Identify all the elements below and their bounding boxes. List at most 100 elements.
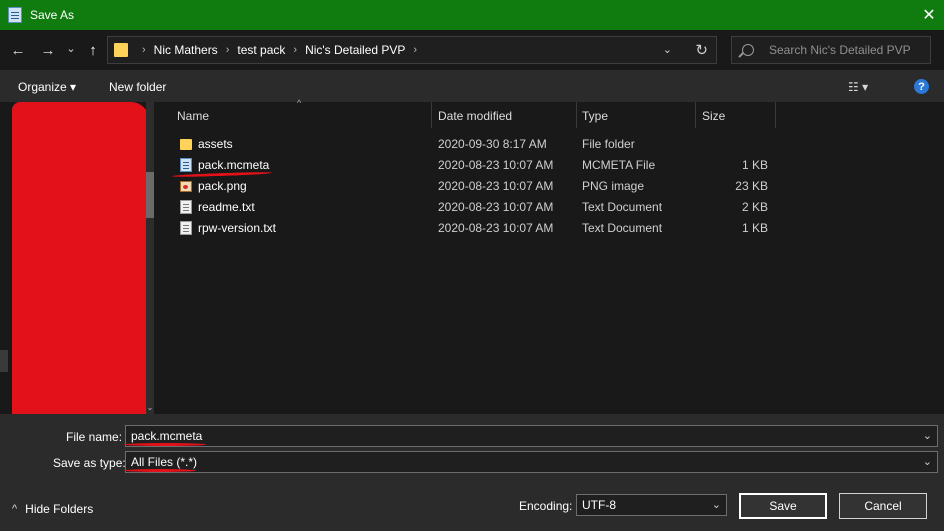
up-button[interactable]: ↑: [84, 40, 102, 60]
forward-arrow-icon: →: [40, 41, 56, 59]
file-row[interactable]: assets 2020-09-30 8:17 AM File folder: [170, 134, 780, 155]
view-options-button[interactable]: ☷ ▾: [848, 80, 868, 94]
file-row[interactable]: pack.png 2020-08-23 10:07 AM PNG image 2…: [170, 176, 780, 197]
help-button[interactable]: ?: [914, 79, 929, 94]
column-date-label: Date modified: [438, 108, 513, 123]
file-name: readme.txt: [198, 200, 255, 214]
file-type: MCMETA File: [582, 158, 656, 172]
file-date: 2020-09-30 8:17 AM: [438, 137, 547, 151]
window-title: Save As: [30, 8, 75, 22]
breadcrumb-separator: ›: [225, 44, 230, 56]
breadcrumb-item[interactable]: Nic's Detailed PVP: [305, 43, 405, 57]
breadcrumb-separator: ›: [293, 44, 298, 56]
annotation-underline: [124, 469, 196, 472]
search-box[interactable]: Search Nic's Detailed PVP: [731, 36, 931, 64]
column-header-date[interactable]: Date modified: [438, 102, 576, 129]
up-arrow-icon: ↑: [89, 41, 97, 59]
save-as-type-label: Save as type:: [53, 456, 126, 470]
column-divider[interactable]: [775, 102, 776, 128]
file-list: ^ Name Date modified Type Size assets 20…: [170, 98, 944, 414]
encoding-value: UTF-8: [582, 498, 616, 512]
file-date: 2020-08-23 10:07 AM: [438, 158, 554, 172]
save-as-type-value: All Files (*.*): [131, 455, 198, 469]
column-header-name[interactable]: Name: [177, 102, 432, 129]
save-options-panel: File name: pack.mcmeta ⌄ Save as type: A…: [0, 414, 944, 531]
file-type: File folder: [582, 137, 635, 151]
file-size: 2 KB: [741, 200, 768, 214]
file-name-label: File name:: [66, 430, 123, 444]
column-header-type[interactable]: Type: [582, 102, 694, 129]
file-date: 2020-08-23 10:07 AM: [438, 200, 554, 214]
annotation-underline: [124, 443, 206, 446]
search-placeholder: Search Nic's Detailed PVP: [769, 43, 911, 57]
file-row[interactable]: rpw-version.txt 2020-08-23 10:07 AM Text…: [170, 218, 780, 239]
file-name: assets: [198, 137, 233, 151]
sidebar-horizontal-scroll[interactable]: [0, 350, 8, 372]
chevron-down-icon[interactable]: ⌄: [712, 498, 721, 511]
scroll-down-icon[interactable]: ⌄: [146, 403, 154, 412]
close-button[interactable]: ✕: [914, 0, 944, 30]
file-type: PNG image: [582, 179, 645, 193]
address-dropdown-button[interactable]: ⌄: [663, 43, 672, 56]
column-size-label: Size: [702, 108, 726, 123]
hide-folders-label: Hide Folders: [25, 502, 94, 516]
column-divider[interactable]: [576, 102, 577, 128]
title-bar: Save As ✕: [0, 0, 944, 30]
encoding-select[interactable]: UTF-8 ⌄: [576, 494, 727, 516]
save-button[interactable]: Save: [739, 493, 827, 519]
back-arrow-icon: ←: [10, 41, 26, 59]
breadcrumb-separator: ›: [413, 44, 418, 56]
scrollbar-thumb[interactable]: [146, 172, 154, 218]
file-type: Text Document: [582, 200, 663, 214]
chevron-up-icon: ^: [12, 503, 18, 515]
chevron-down-icon[interactable]: ⌄: [923, 429, 932, 442]
column-divider[interactable]: [431, 102, 432, 128]
mcmeta-file-icon: [180, 158, 192, 172]
refresh-button[interactable]: ↻: [695, 41, 708, 59]
file-name: rpw-version.txt: [198, 221, 277, 235]
breadcrumb-separator: ›: [142, 44, 146, 56]
file-date: 2020-08-23 10:07 AM: [438, 179, 554, 193]
chevron-down-icon[interactable]: ⌄: [923, 455, 932, 468]
breadcrumb-item[interactable]: Nic Mathers: [154, 43, 218, 57]
file-size: 1 KB: [741, 158, 768, 172]
file-name-value: pack.mcmeta: [131, 429, 203, 443]
column-name-label: Name: [177, 108, 210, 123]
save-as-type-select[interactable]: All Files (*.*) ⌄: [125, 451, 938, 473]
address-bar[interactable]: › Nic Mathers › test pack › Nic's Detail…: [107, 36, 717, 64]
new-folder-button[interactable]: New folder: [109, 80, 166, 94]
back-button[interactable]: ←: [8, 40, 28, 60]
file-size: 1 KB: [741, 221, 768, 235]
file-size: 23 KB: [735, 179, 768, 193]
organize-menu[interactable]: Organize ▾: [18, 80, 76, 94]
notepad-icon: [8, 7, 22, 23]
cancel-button-label: Cancel: [864, 499, 902, 513]
text-file-icon: [180, 221, 192, 235]
file-name: pack.mcmeta: [198, 158, 270, 172]
toolbar: Organize ▾ New folder ☷ ▾ ?: [0, 70, 944, 102]
folder-icon: [180, 139, 192, 150]
image-file-icon: [180, 181, 192, 192]
file-type: Text Document: [582, 221, 663, 235]
chevron-down-icon: ⌄: [66, 42, 76, 55]
save-button-label: Save: [769, 499, 797, 513]
hide-folders-button[interactable]: ^ Hide Folders: [12, 502, 93, 516]
redaction-mark: [12, 102, 149, 420]
column-divider[interactable]: [695, 102, 696, 128]
search-icon: [742, 44, 754, 56]
breadcrumb-item[interactable]: test pack: [237, 43, 285, 57]
column-header-size[interactable]: Size: [702, 102, 776, 129]
recent-locations-button[interactable]: ⌄: [64, 38, 78, 58]
file-date: 2020-08-23 10:07 AM: [438, 221, 554, 235]
content-area: ⌄ ^ Name Date modified Type Size assets …: [0, 98, 944, 420]
file-row[interactable]: readme.txt 2020-08-23 10:07 AM Text Docu…: [170, 197, 780, 218]
close-icon: ✕: [922, 7, 936, 24]
folder-icon: [114, 43, 128, 57]
column-type-label: Type: [582, 108, 609, 123]
file-name: pack.png: [198, 179, 247, 193]
forward-button[interactable]: →: [38, 40, 58, 60]
cancel-button[interactable]: Cancel: [839, 493, 927, 519]
sidebar-scrollbar[interactable]: ⌄: [146, 102, 154, 414]
file-name-field[interactable]: pack.mcmeta ⌄: [125, 425, 938, 447]
navigation-pane[interactable]: ⌄: [0, 102, 155, 420]
